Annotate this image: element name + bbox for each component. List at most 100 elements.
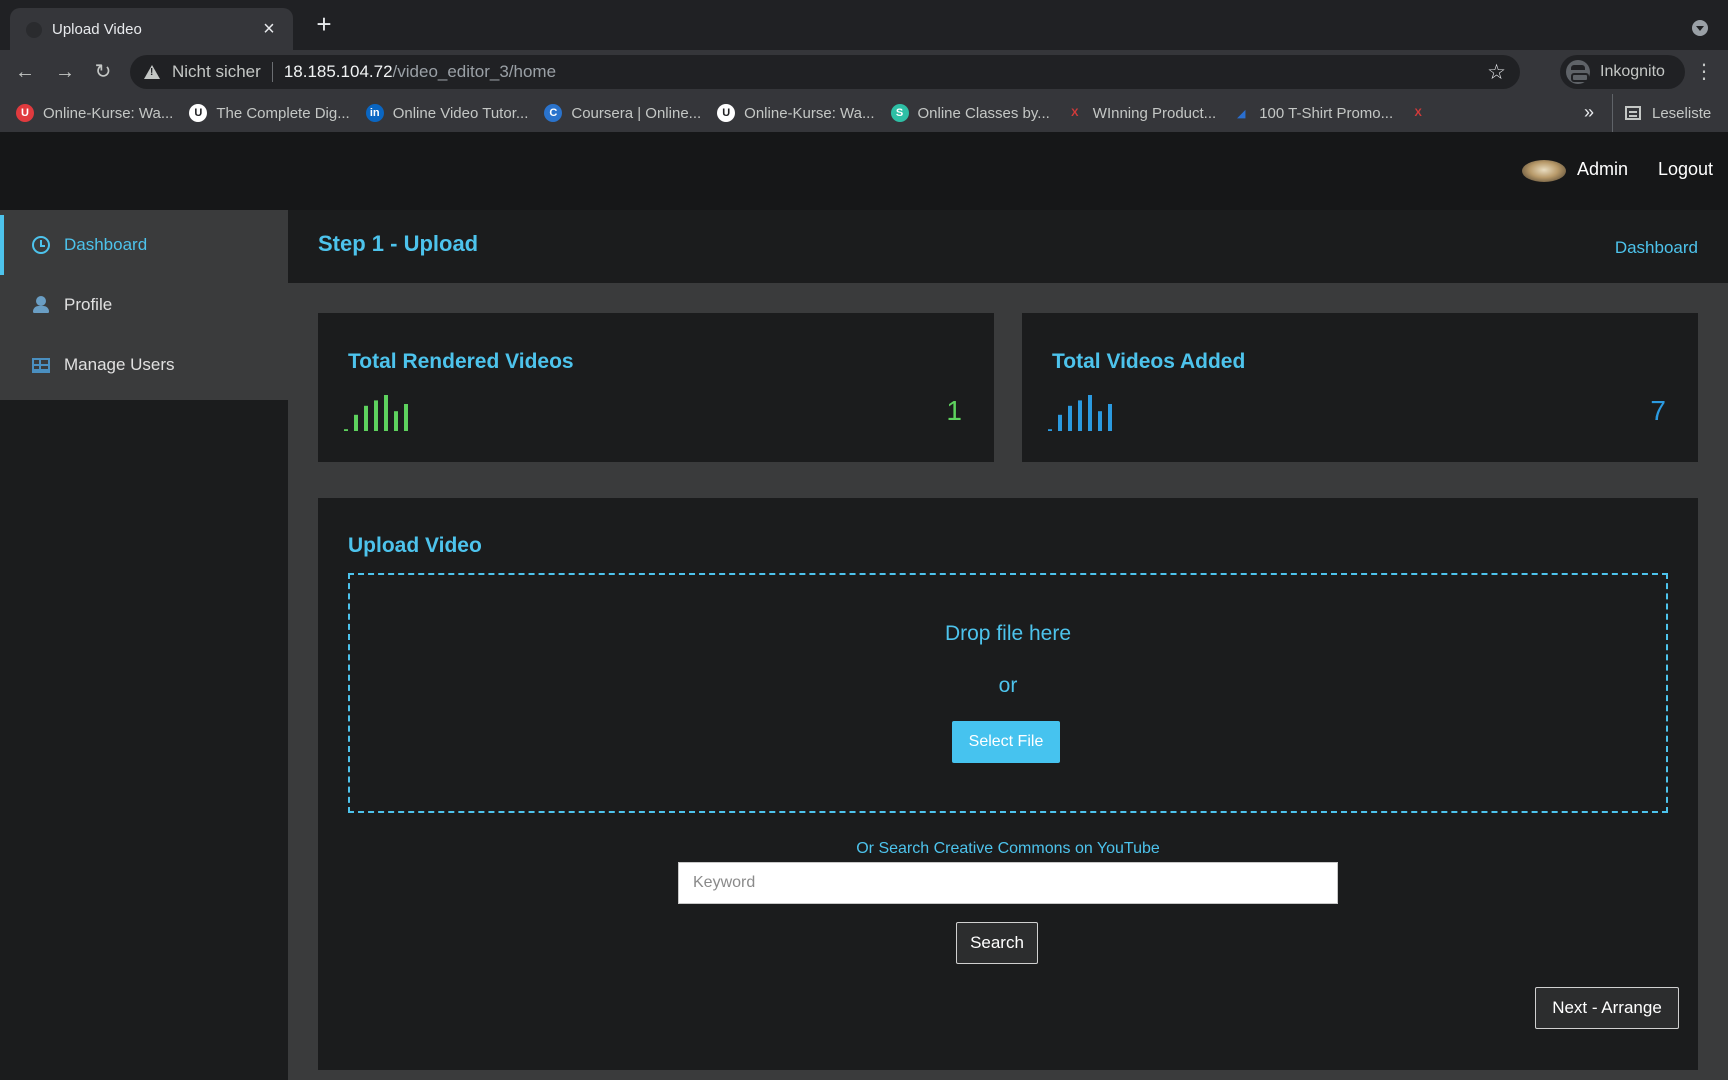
- reading-list-icon: [1625, 106, 1641, 120]
- linkedin-icon: in: [365, 104, 384, 122]
- browser-tab[interactable]: Upload Video ×: [10, 8, 293, 50]
- main-content: Step 1 - Upload Dashboard Total Rendered…: [288, 210, 1728, 1080]
- sparkline-bar: [1068, 405, 1072, 431]
- reload-icon[interactable]: ↻: [90, 59, 116, 85]
- tab-favicon-icon: [26, 22, 42, 38]
- logout-link[interactable]: Logout: [1658, 159, 1713, 180]
- sparkline-bar: [344, 429, 348, 431]
- clock-icon: [32, 236, 50, 254]
- stat-title: Total Rendered Videos: [348, 350, 574, 373]
- bookmark-item[interactable]: U Online-Kurse: Wa...: [717, 104, 875, 122]
- not-secure-label: Nicht sicher: [172, 62, 261, 81]
- back-arrow-icon[interactable]: ←: [12, 59, 38, 85]
- sparkline-bar: [374, 400, 378, 431]
- sparkline-bar: [1108, 404, 1112, 431]
- warning-icon: [144, 65, 160, 79]
- avatar[interactable]: [1522, 160, 1566, 182]
- udemy-icon: U: [16, 104, 34, 122]
- incognito-icon: [1566, 60, 1590, 84]
- search-button[interactable]: Search: [956, 922, 1038, 964]
- bookmark-icon: ◢: [1236, 107, 1246, 120]
- stat-value: 1: [946, 395, 962, 426]
- bookmark-label: Online-Kurse: Wa...: [43, 104, 174, 122]
- incognito-profile-button[interactable]: Inkognito: [1560, 55, 1685, 89]
- bookmark-item[interactable]: X WInning Product...: [1066, 104, 1216, 122]
- bookmark-item[interactable]: C Coursera | Online...: [544, 104, 701, 122]
- app-header: Admin Logout: [0, 132, 1728, 210]
- sparkline-bar: [384, 395, 388, 431]
- coursera-icon: C: [544, 104, 563, 122]
- stat-title: Total Videos Added: [1052, 350, 1246, 373]
- sparkline-bar: [354, 414, 358, 431]
- keyword-input[interactable]: [678, 862, 1338, 904]
- sparkline-bar: [1048, 429, 1052, 431]
- sparkline-bar: [1098, 411, 1102, 431]
- bookmark-label: The Complete Dig...: [216, 104, 350, 122]
- page-title: Step 1 - Upload: [318, 231, 479, 256]
- sparkline-bar: [1058, 414, 1062, 431]
- file-dropzone[interactable]: Drop file here or Select File: [348, 573, 1668, 813]
- upload-card: Upload Video Drop file here or Select Fi…: [318, 498, 1698, 1070]
- bookmark-item[interactable]: S Online Classes by...: [890, 104, 1050, 122]
- sidebar-item-label: Profile: [64, 295, 113, 314]
- stat-value: 7: [1650, 395, 1666, 426]
- stat-card-added: Total Videos Added 7: [1022, 313, 1698, 462]
- bookmark-extra[interactable]: X: [1409, 104, 1436, 122]
- udemy-icon: U: [189, 104, 208, 122]
- user-name[interactable]: Admin: [1577, 159, 1628, 180]
- bookmark-item[interactable]: U Online-Kurse: Wa...: [16, 104, 173, 122]
- udemy-icon: U: [717, 104, 736, 122]
- select-file-button[interactable]: Select File: [952, 721, 1060, 763]
- user-icon: [32, 296, 50, 314]
- browser-tab-bar: Upload Video × +: [0, 0, 1728, 50]
- sparkline-bar: [1088, 395, 1092, 431]
- sidebar-item-label: Manage Users: [64, 355, 175, 374]
- bookmark-label: Coursera | Online...: [571, 104, 702, 122]
- page-header: Step 1 - Upload Dashboard: [288, 210, 1728, 283]
- sidebar-nav: Dashboard Profile Manage Users: [0, 210, 288, 400]
- url-path: /video_editor_3/home: [392, 62, 557, 81]
- upload-title: Upload Video: [348, 534, 482, 557]
- bookmark-icon: X: [1414, 107, 1422, 119]
- bookmark-item[interactable]: U The Complete Dig...: [189, 104, 350, 122]
- profile-label: Inkognito: [1600, 63, 1665, 80]
- more-bookmarks-icon[interactable]: »: [1584, 102, 1594, 123]
- close-icon[interactable]: ×: [259, 19, 279, 39]
- tab-search-icon[interactable]: [1692, 20, 1708, 36]
- sparkline-bar: [394, 411, 398, 431]
- breadcrumb[interactable]: Dashboard: [1615, 238, 1698, 258]
- bookmark-label: 100 T-Shirt Promo...: [1259, 104, 1394, 122]
- bookmark-item[interactable]: in Online Video Tutor...: [365, 104, 529, 122]
- address-divider: [271, 62, 273, 82]
- sparkline-bar: [1078, 400, 1082, 431]
- bookmark-label: Online Classes by...: [917, 104, 1050, 122]
- tab-title: Upload Video: [52, 20, 142, 38]
- bookmark-label: WInning Product...: [1092, 104, 1217, 122]
- sidebar-item-manage-users[interactable]: Manage Users: [0, 335, 288, 395]
- next-arrange-button[interactable]: Next - Arrange: [1535, 987, 1679, 1029]
- bookmarks-bar: U Online-Kurse: Wa... U The Complete Dig...…: [0, 94, 1728, 132]
- sidebar-item-dashboard[interactable]: Dashboard: [0, 215, 288, 275]
- creative-commons-label: Or Search Creative Commons on YouTube: [856, 840, 1160, 857]
- stat-card-rendered: Total Rendered Videos 1: [318, 313, 994, 462]
- sidebar-item-profile[interactable]: Profile: [0, 275, 288, 335]
- sparkline-bars-icon: [1048, 395, 1112, 431]
- table-icon: [32, 357, 50, 373]
- sidebar: Dashboard Profile Manage Users: [0, 210, 288, 1080]
- drop-text: Drop file here: [944, 622, 1072, 645]
- url-host: 18.185.104.72: [283, 62, 393, 81]
- new-tab-icon[interactable]: +: [313, 11, 335, 37]
- forward-arrow-icon[interactable]: →: [52, 59, 78, 85]
- reading-list-button[interactable]: Leseliste: [1612, 94, 1711, 132]
- bookmark-item[interactable]: ◢ 100 T-Shirt Promo...: [1232, 104, 1393, 122]
- bookmark-label: Online-Kurse: Wa...: [744, 104, 875, 122]
- menu-kebab-icon[interactable]: ⋮: [1694, 59, 1714, 85]
- address-bar[interactable]: Nicht sicher 18.185.104.72 /video_editor…: [130, 55, 1520, 89]
- bookmark-icon: X: [1071, 107, 1079, 119]
- star-icon[interactable]: ☆: [1487, 60, 1506, 85]
- sparkline-bar: [364, 405, 368, 431]
- sparkline-bar: [404, 404, 408, 431]
- reading-list-label: Leseliste: [1652, 104, 1712, 122]
- bookmark-label: Online Video Tutor...: [392, 104, 529, 122]
- sidebar-item-label: Dashboard: [64, 235, 148, 254]
